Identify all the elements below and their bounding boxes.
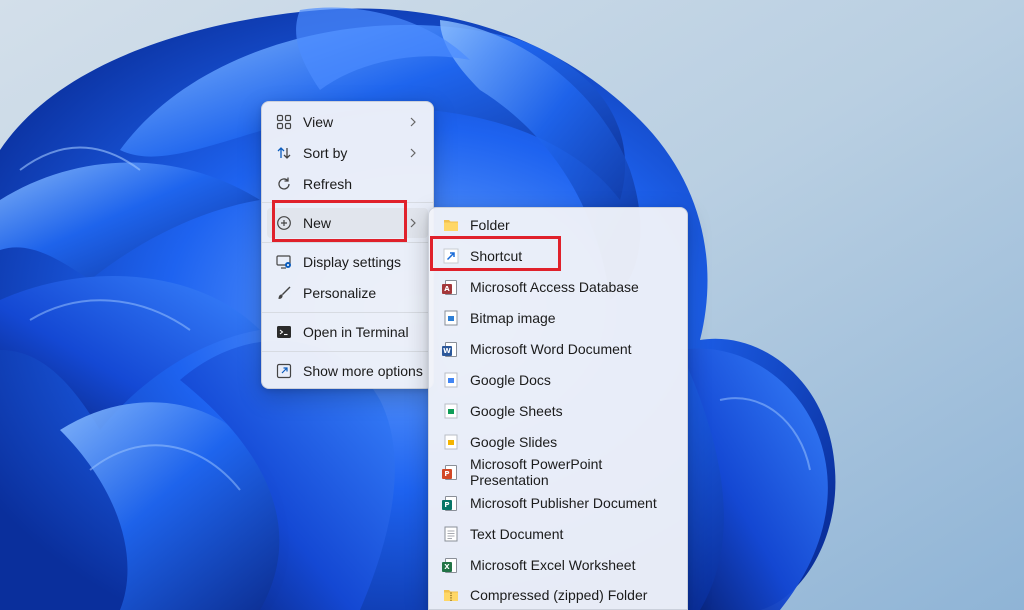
chevron-right-icon xyxy=(410,148,416,158)
menu-separator xyxy=(262,351,433,352)
google-slides-icon xyxy=(442,433,460,451)
access-icon: A xyxy=(442,278,460,296)
powerpoint-icon: P xyxy=(442,463,460,481)
word-icon: W xyxy=(442,340,460,358)
submenu-item-word-document[interactable]: W Microsoft Word Document xyxy=(434,335,682,363)
submenu-item-compressed-folder[interactable]: Compressed (zipped) Folder xyxy=(434,581,682,609)
menu-separator xyxy=(262,312,433,313)
menu-item-refresh[interactable]: Refresh xyxy=(267,169,428,199)
shortcut-highlight-box xyxy=(430,236,561,271)
submenu-item-label: Microsoft Excel Worksheet xyxy=(470,557,636,573)
menu-item-sort-by[interactable]: Sort by xyxy=(267,138,428,168)
submenu-item-access-database[interactable]: A Microsoft Access Database xyxy=(434,273,682,301)
submenu-item-label: Bitmap image xyxy=(470,310,556,326)
text-document-icon xyxy=(442,525,460,543)
grid-icon xyxy=(275,113,293,131)
menu-item-label: View xyxy=(303,114,334,130)
desktop-context-menu: View Sort by Refresh New Display setting… xyxy=(261,101,434,389)
submenu-item-text-document[interactable]: Text Document xyxy=(434,520,682,548)
submenu-item-label: Google Sheets xyxy=(470,403,563,419)
submenu-item-label: Microsoft Publisher Document xyxy=(470,495,657,511)
bitmap-icon xyxy=(442,309,460,327)
submenu-item-excel-worksheet[interactable]: X Microsoft Excel Worksheet xyxy=(434,551,682,579)
new-highlight-box xyxy=(272,200,407,242)
refresh-icon xyxy=(275,175,293,193)
submenu-item-label: Text Document xyxy=(470,526,564,542)
menu-item-label: Refresh xyxy=(303,176,353,192)
chevron-right-icon xyxy=(410,218,416,228)
folder-icon xyxy=(442,216,460,234)
zip-folder-icon xyxy=(442,586,460,604)
google-sheets-icon xyxy=(442,402,460,420)
sort-arrows-icon xyxy=(275,144,293,162)
submenu-item-label: Google Slides xyxy=(470,434,558,450)
menu-item-open-in-terminal[interactable]: Open in Terminal xyxy=(267,317,428,347)
publisher-icon: P xyxy=(442,494,460,512)
menu-item-view[interactable]: View xyxy=(267,107,428,137)
excel-icon: X xyxy=(442,556,460,574)
menu-item-show-more-options[interactable]: Show more options xyxy=(267,356,428,386)
submenu-item-label: Microsoft Word Document xyxy=(470,341,632,357)
submenu-item-powerpoint-presentation[interactable]: P Microsoft PowerPoint Presentation xyxy=(434,456,682,488)
submenu-item-label: Microsoft PowerPoint Presentation xyxy=(470,456,603,488)
menu-item-display-settings[interactable]: Display settings xyxy=(267,247,428,277)
google-docs-icon xyxy=(442,371,460,389)
brush-icon xyxy=(275,284,293,302)
submenu-item-label: Compressed (zipped) Folder xyxy=(470,587,648,603)
submenu-item-google-sheets[interactable]: Google Sheets xyxy=(434,397,682,425)
submenu-item-google-docs[interactable]: Google Docs xyxy=(434,366,682,394)
submenu-item-label: Microsoft Access Database xyxy=(470,279,639,295)
display-settings-icon xyxy=(275,253,293,271)
submenu-item-label: Folder xyxy=(470,217,510,233)
menu-item-label: Show more options xyxy=(303,363,423,379)
submenu-item-label: Google Docs xyxy=(470,372,551,388)
show-more-icon xyxy=(275,362,293,380)
menu-item-label: Sort by xyxy=(303,145,348,161)
submenu-item-folder[interactable]: Folder xyxy=(434,211,682,239)
submenu-item-publisher-document[interactable]: P Microsoft Publisher Document xyxy=(434,489,682,517)
chevron-right-icon xyxy=(410,117,416,127)
menu-item-personalize[interactable]: Personalize xyxy=(267,278,428,308)
submenu-item-bitmap-image[interactable]: Bitmap image xyxy=(434,304,682,332)
menu-item-label: Display settings xyxy=(303,254,402,270)
terminal-icon xyxy=(275,323,293,341)
menu-item-label: Personalize xyxy=(303,285,377,301)
menu-separator xyxy=(262,242,433,243)
submenu-item-google-slides[interactable]: Google Slides xyxy=(434,428,682,456)
menu-item-label: Open in Terminal xyxy=(303,324,409,340)
